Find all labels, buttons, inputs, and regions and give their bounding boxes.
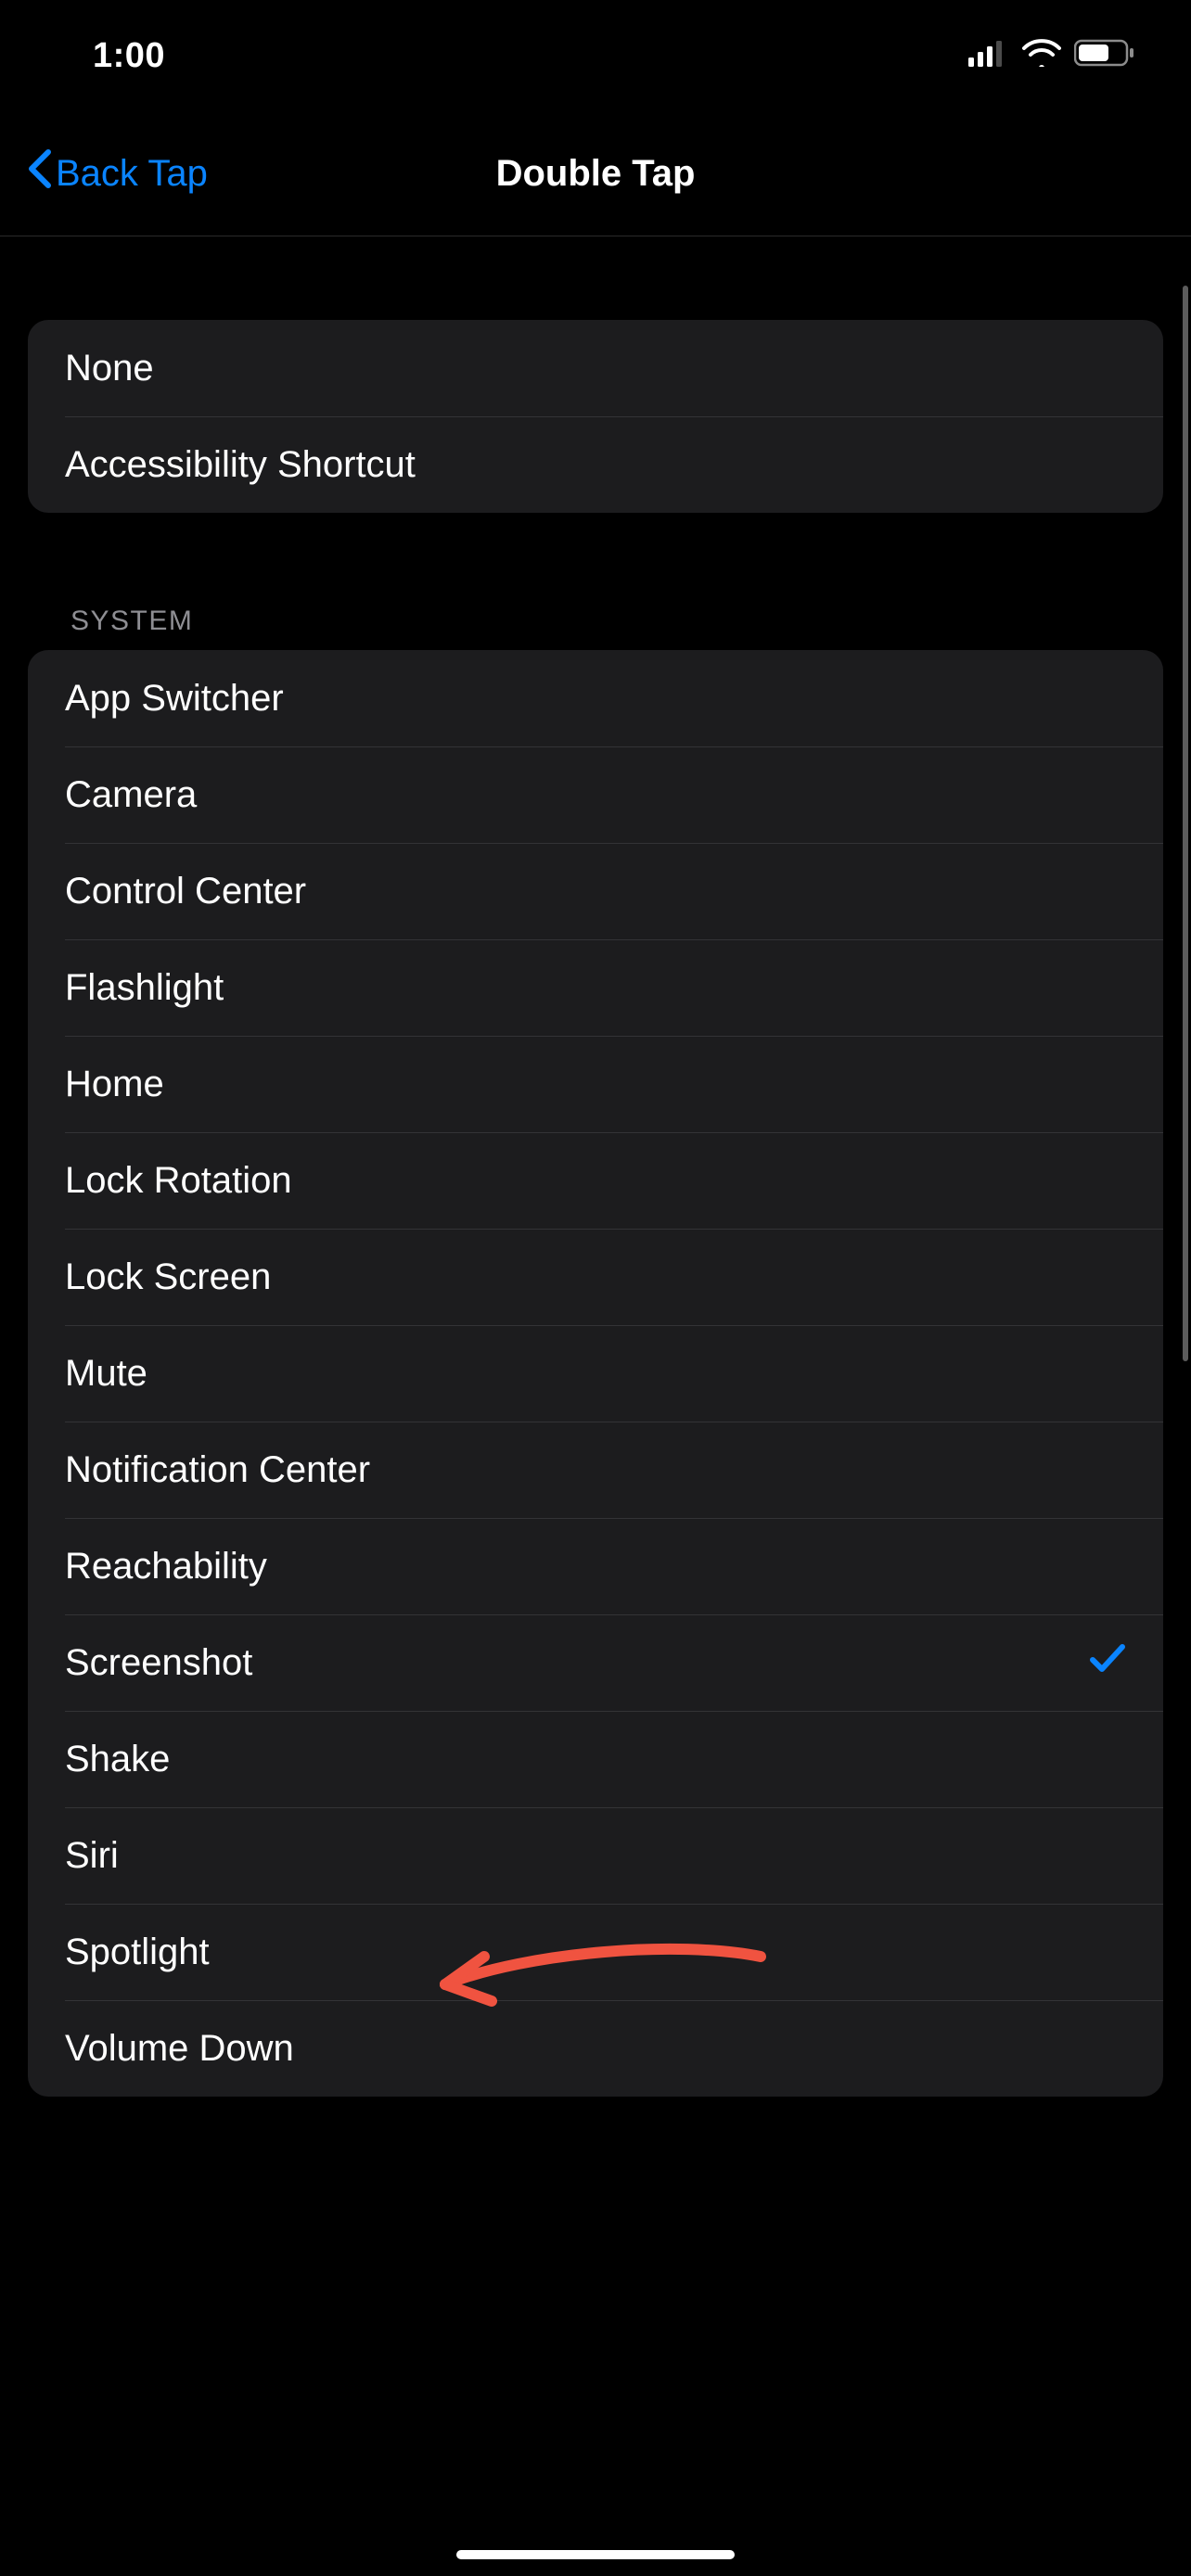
- section-header-system: SYSTEM: [28, 606, 1163, 650]
- cellular-icon: [968, 36, 1009, 76]
- status-time: 1:00: [93, 36, 165, 76]
- list-item[interactable]: Lock Screen: [28, 1229, 1163, 1325]
- list-item-label: Notification Center: [65, 1449, 370, 1491]
- list-item[interactable]: Volume Down: [28, 2000, 1163, 2097]
- back-label: Back Tap: [56, 153, 208, 195]
- list-item-label: Home: [65, 1064, 164, 1105]
- home-indicator[interactable]: [456, 2550, 735, 2559]
- list-item[interactable]: Lock Rotation: [28, 1132, 1163, 1229]
- nav-bar: Back Tap Double Tap: [0, 111, 1191, 236]
- checkmark-icon: [1089, 1641, 1126, 1684]
- list-item[interactable]: Screenshot: [28, 1614, 1163, 1711]
- list-item-label: Reachability: [65, 1546, 267, 1588]
- wifi-icon: [1022, 36, 1061, 76]
- status-bar: 1:00: [0, 0, 1191, 111]
- group-system: App Switcher Camera Control Center Flashlig…: [28, 650, 1163, 2097]
- list-item-label: None: [65, 348, 154, 389]
- list-item-label: Lock Screen: [65, 1256, 271, 1298]
- list-item[interactable]: Accessibility Shortcut: [28, 416, 1163, 513]
- list-item-label: App Switcher: [65, 678, 284, 720]
- group-general: None Accessibility Shortcut: [28, 320, 1163, 513]
- list-item-label: Lock Rotation: [65, 1160, 292, 1202]
- list-item-label: Accessibility Shortcut: [65, 444, 416, 486]
- list-item-label: Spotlight: [65, 1932, 210, 1973]
- scroll-indicator[interactable]: [1183, 286, 1188, 1361]
- list-item[interactable]: Spotlight: [28, 1904, 1163, 2000]
- list-item-label: Mute: [65, 1353, 147, 1395]
- list-item-label: Control Center: [65, 871, 306, 912]
- chevron-left-icon: [26, 148, 54, 198]
- list-item[interactable]: App Switcher: [28, 650, 1163, 746]
- list-item[interactable]: Flashlight: [28, 939, 1163, 1036]
- list-item[interactable]: Home: [28, 1036, 1163, 1132]
- list-item-label: Camera: [65, 774, 197, 816]
- status-right: [968, 36, 1135, 76]
- list-item[interactable]: Notification Center: [28, 1422, 1163, 1518]
- list-item[interactable]: Reachability: [28, 1518, 1163, 1614]
- list-item-label: Flashlight: [65, 967, 224, 1009]
- page-title: Double Tap: [496, 153, 696, 195]
- list-item[interactable]: Camera: [28, 746, 1163, 843]
- list-item[interactable]: Mute: [28, 1325, 1163, 1422]
- list-item-label: Screenshot: [65, 1642, 252, 1684]
- content-area: None Accessibility Shortcut SYSTEM App Sw…: [0, 320, 1191, 2097]
- list-item[interactable]: None: [28, 320, 1163, 416]
- back-button[interactable]: Back Tap: [26, 148, 208, 198]
- list-item-label: Volume Down: [65, 2028, 294, 2070]
- list-item[interactable]: Siri: [28, 1807, 1163, 1904]
- list-item[interactable]: Shake: [28, 1711, 1163, 1807]
- list-item[interactable]: Control Center: [28, 843, 1163, 939]
- list-item-label: Siri: [65, 1835, 119, 1877]
- list-item-label: Shake: [65, 1739, 170, 1780]
- battery-icon: [1074, 36, 1135, 76]
